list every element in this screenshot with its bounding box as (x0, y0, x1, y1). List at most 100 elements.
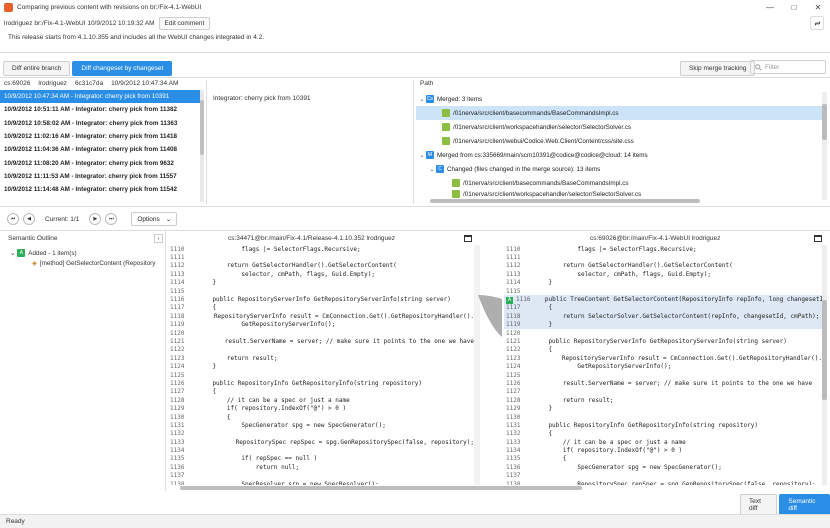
changeset-row[interactable]: 10/9/2012 10:51:11 AM - Integrator: cher… (0, 103, 200, 116)
code-line: 1133 // it can be a spec or just a name (504, 438, 822, 446)
code-line: 1136 SpecGenerator spg = new SpecGenerat… (504, 463, 822, 471)
tree-item-file[interactable]: /01nerva/src/client/workspacehandler/sel… (416, 120, 822, 134)
line-number: 1131 (170, 421, 185, 429)
edit-comment-button[interactable]: Edit comment (158, 17, 211, 30)
diff-scroll-thumb[interactable] (822, 300, 827, 400)
code-line: 1123 RepositoryServerInfo result = CmCon… (504, 354, 822, 362)
options-label: Options (137, 215, 160, 223)
next-difference-button[interactable]: ▶ (89, 213, 102, 225)
code-text: } (198, 363, 217, 371)
line-number: 1123 (506, 354, 521, 362)
line-number: 1133 (506, 438, 521, 446)
line-number: 1119 (170, 321, 185, 329)
code-text: // it can be a spec or just a name (534, 438, 686, 446)
code-text: } (534, 279, 553, 287)
path-horizontal-scrollbar[interactable] (430, 199, 700, 203)
code-text: } (534, 321, 553, 329)
line-number: 1111 (506, 254, 521, 262)
chevron-down-icon[interactable]: ⌄ (10, 250, 15, 257)
path-column-header[interactable]: Path (420, 80, 433, 87)
code-text: flags |= SelectorFlags.Recursive; (534, 245, 697, 253)
code-line: 1119 } (504, 320, 822, 329)
line-number: 1130 (170, 413, 185, 421)
changeset-row[interactable]: 10/9/2012 10:58:02 AM - Integrator: cher… (0, 117, 200, 130)
text-diff-button[interactable]: Text diff (740, 494, 778, 516)
line-number: 1135 (506, 455, 521, 463)
changeset-row[interactable]: 10/9/2012 11:02:16 AM - Integrator: cher… (0, 130, 200, 143)
diff-horizontal-scrollbar[interactable] (180, 486, 582, 490)
options-dropdown[interactable]: Options ⌄ (131, 212, 178, 226)
line-number: 1135 (170, 455, 185, 463)
code-line: 1136 return null; (168, 463, 474, 471)
changeset-row[interactable]: 10/9/2012 11:04:36 AM - Integrator: cher… (0, 143, 200, 156)
code-line: 1117 { (168, 304, 474, 312)
minimize-button[interactable]: — (758, 0, 782, 14)
code-line: 1132 { (504, 430, 822, 438)
code-line: 1137 (504, 472, 822, 480)
maximize-pane-icon[interactable] (814, 235, 822, 242)
line-number: 1120 (170, 329, 185, 337)
line-number: 1137 (506, 472, 521, 480)
code-line: 1134 (168, 446, 474, 454)
previous-difference-button[interactable]: ◀ (23, 213, 35, 225)
filter-input[interactable]: Filter (750, 60, 826, 74)
collapse-outline-button[interactable]: ‹ (154, 234, 163, 243)
tree-item-file[interactable]: /01nerva/src/client/basecommands/BaseCom… (416, 106, 822, 120)
status-bar: Ready (0, 514, 830, 528)
code-line: 1113 selector, cmPath, flags, Guid.Empty… (504, 270, 822, 278)
code-line: 1114 } (168, 279, 474, 287)
tree-item-file[interactable]: /01nerva/src/client/basecommands/BaseCom… (416, 176, 822, 190)
code-line: 1120 (504, 329, 822, 337)
close-button[interactable]: ✕ (806, 0, 830, 14)
code-text: public TreeContent GetSelectorContent(Re… (530, 296, 822, 304)
changeset-row[interactable]: 10/9/2012 11:14:48 AM - Integrator: cher… (0, 183, 200, 196)
code-line: 1117 { (504, 303, 822, 313)
maximize-button[interactable]: □ (782, 0, 806, 14)
code-line: 1134 if( repository.IndexOf("@") > 0 ) (504, 446, 822, 454)
tree-group-merged[interactable]: ⌄ Cs Merged: 3 items (416, 92, 822, 106)
changeset-row[interactable]: 10/9/2012 11:11:53 AM - Integrator: cher… (0, 170, 200, 183)
diff-changeset-button[interactable]: Diff changeset by changeset (72, 61, 173, 76)
tree-item-file[interactable]: /01nerva/src/client/webui/Codice.Web.Cli… (416, 134, 822, 148)
line-number: 1125 (506, 371, 521, 379)
first-difference-button[interactable]: ⏮ (7, 213, 19, 225)
code-text: RepositorySpec repSpec = spg.GenReposito… (192, 438, 474, 446)
chevron-down-icon: ⌄ (165, 216, 172, 223)
path-scroll-thumb[interactable] (822, 104, 827, 140)
maximize-pane-icon[interactable] (464, 235, 472, 242)
chevron-down-icon[interactable]: ⌄ (418, 152, 426, 159)
divider (0, 206, 830, 207)
tree-group-merged-from[interactable]: ⌄ M Merged from cs:335669/main/scm10391@… (416, 148, 822, 162)
code-line: 1116 public RepositoryServerInfo GetRepo… (168, 295, 474, 303)
code-line: 1127 (504, 388, 822, 396)
line-number: 1138 (170, 480, 185, 485)
diff-entire-branch-button[interactable]: Diff entire branch (3, 61, 71, 76)
tree-item-file[interactable]: /01nerva/src/client/workspacehandler/sel… (416, 190, 822, 198)
code-line: 1122 { (504, 346, 822, 354)
code-text: RepositoryServerInfo result = CmConnecti… (185, 312, 474, 320)
changeset-row[interactable]: 10/9/2012 11:08:20 AM - Integrator: cher… (0, 156, 200, 169)
outline-item-method[interactable]: ◈ [method] GetSelectorContent (Repositor… (32, 260, 155, 267)
left-code-pane[interactable]: 1110 flags |= SelectorFlags.Recursive; 11… (168, 245, 474, 485)
chevron-down-icon[interactable]: ⌄ (428, 166, 436, 173)
changeset-scroll-thumb[interactable] (200, 100, 204, 155)
chevron-down-icon[interactable]: ⌄ (418, 96, 426, 103)
changeset-row[interactable]: 10/9/2012 10:47:34 AM - Integrator: cher… (0, 90, 200, 104)
added-badge-icon: A (506, 296, 513, 304)
author-line: lrodriguez br:/Fix-4.1-WebUI 10/9/2012 1… (4, 20, 155, 27)
code-line: 1135 if( repSpec == null ) (168, 455, 474, 463)
link-icon[interactable] (810, 16, 824, 30)
semantic-diff-button[interactable]: Semantic diff (779, 494, 830, 516)
added-icon: A (17, 249, 26, 257)
line-number: 1136 (506, 463, 521, 471)
right-code-pane[interactable]: 1110 flags |= SelectorFlags.Recursive; 11… (504, 245, 822, 485)
code-text: selector, cmPath, flags, Guid.Empty); (198, 270, 376, 278)
line-number: 1130 (506, 413, 521, 421)
code-line: 1112 return GetSelectorHandler().GetSele… (168, 262, 474, 270)
line-number: 1119 (506, 321, 521, 329)
line-number: 1114 (170, 279, 185, 287)
outline-group-added[interactable]: ⌄ A Added - 1 item(s) (10, 249, 77, 257)
skip-merge-tracking-button[interactable]: Skip merge tracking (680, 61, 756, 76)
tree-group-changed[interactable]: ⌄ C Changed (files changed in the merge … (416, 162, 822, 176)
last-difference-button[interactable]: ⏭ (105, 213, 118, 225)
